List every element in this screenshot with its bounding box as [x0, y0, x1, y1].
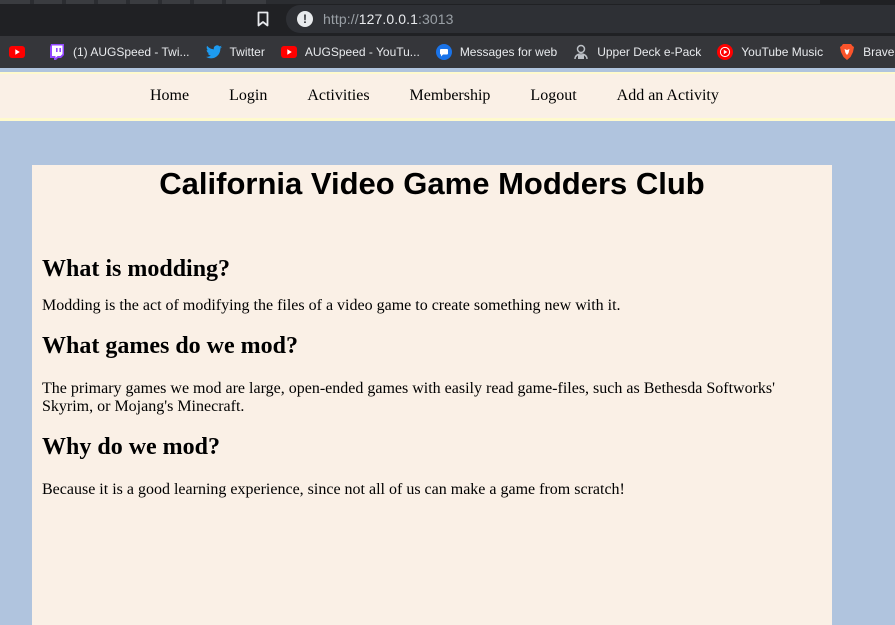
nav-link-home[interactable]: Home: [130, 87, 209, 105]
bookmark-youtube-music[interactable]: YouTube Music: [709, 39, 831, 65]
section-body: Modding is the act of modifying the file…: [42, 297, 621, 314]
section-heading: Why do we mod?: [42, 434, 221, 460]
youtube-music-icon: [717, 44, 734, 60]
twitch-icon: [49, 44, 65, 60]
section-body: Because it is a good learning experience…: [42, 481, 625, 498]
page-title: California Video Game Modders Club: [159, 166, 705, 201]
nav-link-logout[interactable]: Logout: [510, 87, 596, 105]
bookmark-upper-deck[interactable]: Upper Deck e-Pack: [565, 39, 709, 65]
bookmark-label: (1) AUGSpeed - Twi...: [73, 45, 190, 59]
nav-link-login[interactable]: Login: [209, 87, 287, 105]
bookmark-label: Twitter: [229, 45, 265, 59]
section-heading: What games do we mod?: [42, 333, 298, 359]
brave-icon: [839, 44, 855, 60]
messages-icon: [435, 44, 452, 60]
nav-list: Home Login Activities Membership Logout …: [130, 74, 739, 118]
bookmark-augspeed-youtube[interactable]: AUGSpeed - YouTu...: [273, 39, 428, 65]
section-body: The primary games we mod are large, open…: [42, 380, 776, 415]
bookmark-label: Messages for web: [459, 45, 558, 59]
bookmark-twitch[interactable]: (1) AUGSpeed - Twi...: [41, 39, 198, 65]
bookmark-messages[interactable]: Messages for web: [428, 39, 565, 65]
section-heading: What is modding?: [42, 256, 231, 282]
site-info-icon[interactable]: !: [297, 11, 313, 27]
bookmark-label: AUGSpeed - YouTu...: [304, 45, 420, 59]
address-bar[interactable]: ! http://127.0.0.1:3013: [286, 5, 895, 33]
nav-link-add-activity[interactable]: Add an Activity: [597, 87, 739, 105]
nav-link-activities[interactable]: Activities: [287, 87, 389, 105]
bookmark-label: Upper Deck e-Pack: [597, 45, 702, 59]
bookmark-star-icon[interactable]: [255, 10, 271, 28]
youtube-icon: [9, 44, 25, 60]
site-navbar: Home Login Activities Membership Logout …: [0, 72, 895, 121]
youtube-icon: [280, 44, 297, 60]
bookmark-twitter[interactable]: Twitter: [198, 39, 273, 65]
bookmarks-bar: (1) AUGSpeed - Twi... Twitter AUGSpeed -…: [0, 36, 895, 68]
twitter-icon: [205, 44, 222, 60]
bookmark-label: YouTube Music: [741, 45, 824, 59]
main-content-panel: California Video Game Modders Club What …: [32, 165, 832, 625]
nav-link-membership[interactable]: Membership: [390, 87, 511, 105]
bookmark-brave[interactable]: Brave Rew: [831, 39, 895, 65]
browser-toolbar: ! http://127.0.0.1:3013: [0, 0, 895, 36]
upper-deck-icon: [573, 44, 589, 60]
tab-strip: [0, 0, 895, 4]
web-page: Home Login Activities Membership Logout …: [0, 68, 895, 625]
bookmark-label: Brave Rew: [863, 45, 895, 59]
url-text: http://127.0.0.1:3013: [323, 11, 454, 27]
bookmark-youtube[interactable]: [0, 39, 41, 65]
